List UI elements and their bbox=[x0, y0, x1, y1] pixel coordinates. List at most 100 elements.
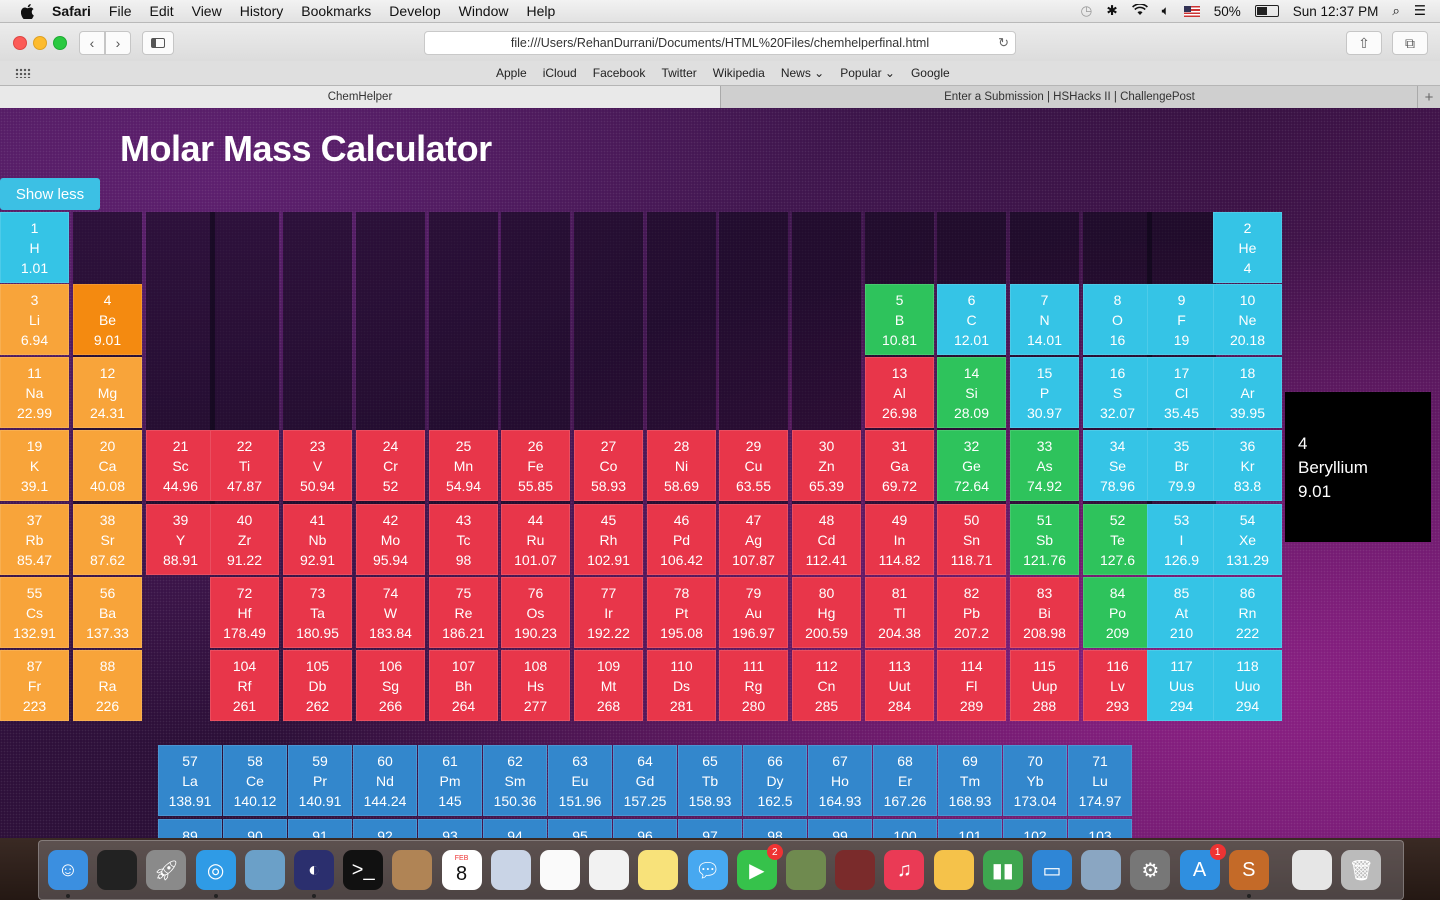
menu-window[interactable]: Window bbox=[459, 3, 509, 19]
apple-menu-icon[interactable] bbox=[20, 3, 34, 19]
element-cell-pd[interactable]: 46 Pd 106.42 bbox=[647, 504, 716, 575]
finder-icon[interactable]: ☺ bbox=[48, 850, 88, 890]
element-cell-lv[interactable]: 116 Lv 293 bbox=[1083, 650, 1152, 721]
element-cell-pm[interactable]: 61 Pm 145 bbox=[418, 745, 482, 816]
element-cell-ba[interactable]: 56 Ba 137.33 bbox=[73, 577, 142, 648]
app-store-icon[interactable]: A1 bbox=[1179, 844, 1226, 890]
photo-booth-icon[interactable] bbox=[490, 850, 531, 890]
battery-icon[interactable] bbox=[1254, 5, 1279, 17]
element-cell-ti[interactable]: 22 Ti 47.87 bbox=[210, 430, 279, 501]
element-cell-po[interactable]: 84 Po 209 bbox=[1083, 577, 1152, 648]
element-cell-au[interactable]: 79 Au 196.97 bbox=[719, 577, 788, 648]
element-cell-se[interactable]: 34 Se 78.96 bbox=[1083, 430, 1152, 501]
element-cell-rg[interactable]: 111 Rg 280 bbox=[719, 650, 788, 721]
element-cell-hs[interactable]: 108 Hs 277 bbox=[501, 650, 570, 721]
element-cell-ra[interactable]: 88 Ra 226 bbox=[73, 650, 142, 721]
element-cell-fr[interactable]: 87 Fr 223 bbox=[0, 650, 69, 721]
share-button[interactable]: ⇧ bbox=[1346, 31, 1382, 55]
element-cell-kr[interactable]: 36 Kr 83.8 bbox=[1213, 430, 1282, 501]
element-cell-os[interactable]: 76 Os 190.23 bbox=[501, 577, 570, 648]
element-cell-te[interactable]: 52 Te 127.6 bbox=[1083, 504, 1152, 575]
element-cell-ni[interactable]: 28 Ni 58.69 bbox=[647, 430, 716, 501]
menu-help[interactable]: Help bbox=[526, 3, 555, 19]
preview-icon[interactable] bbox=[244, 850, 285, 890]
element-cell-rf[interactable]: 104 Rf 261 bbox=[210, 650, 279, 721]
element-cell-mo[interactable]: 42 Mo 95.94 bbox=[356, 504, 425, 575]
tab-hshacks-submission[interactable]: Enter a Submission | HSHacks II | Challe… bbox=[721, 86, 1418, 108]
clock[interactable]: Sun 12:37 PM bbox=[1293, 4, 1379, 19]
iphoto-icon[interactable] bbox=[1081, 850, 1122, 890]
top-sites-grid-icon[interactable] bbox=[15, 68, 31, 78]
element-cell-li[interactable]: 3 Li 6.94 bbox=[0, 284, 69, 355]
element-cell-ga[interactable]: 31 Ga 69.72 bbox=[865, 430, 934, 501]
element-cell-fe[interactable]: 26 Fe 55.85 bbox=[501, 430, 570, 501]
element-cell-sc[interactable]: 21 Sc 44.96 bbox=[146, 430, 215, 501]
show-less-button[interactable]: Show less bbox=[0, 178, 100, 210]
favorite-wikipedia[interactable]: Wikipedia bbox=[713, 66, 765, 80]
element-cell-fl[interactable]: 114 Fl 289 bbox=[937, 650, 1006, 721]
element-cell-eu[interactable]: 63 Eu 151.96 bbox=[548, 745, 612, 816]
element-cell-ta[interactable]: 73 Ta 180.95 bbox=[283, 577, 352, 648]
element-cell-al[interactable]: 13 Al 26.98 bbox=[865, 357, 934, 428]
element-cell-tl[interactable]: 81 Tl 204.38 bbox=[865, 577, 934, 648]
calendar-icon[interactable]: FEB 8 bbox=[441, 850, 482, 890]
volume-icon[interactable]: 🔈︎ bbox=[1162, 3, 1170, 19]
element-cell-pt[interactable]: 78 Pt 195.08 bbox=[647, 577, 716, 648]
element-cell-y[interactable]: 39 Y 88.91 bbox=[146, 504, 215, 575]
favorite-apple[interactable]: Apple bbox=[496, 66, 527, 80]
element-cell-zn[interactable]: 30 Zn 65.39 bbox=[792, 430, 861, 501]
zoom-window-button[interactable] bbox=[53, 36, 67, 50]
element-cell-95[interactable]: 95 bbox=[548, 819, 612, 838]
trash-icon[interactable]: 🗑︎ bbox=[1341, 850, 1382, 890]
keynote-icon[interactable]: ▭ bbox=[1032, 850, 1072, 890]
element-cell-ge[interactable]: 32 Ge 72.64 bbox=[937, 430, 1006, 501]
element-cell-pr[interactable]: 59 Pr 140.91 bbox=[288, 745, 352, 816]
wifi-icon[interactable] bbox=[1131, 2, 1148, 19]
element-cell-97[interactable]: 97 bbox=[678, 819, 742, 838]
element-cell-yb[interactable]: 70 Yb 173.04 bbox=[1003, 745, 1067, 816]
tab-chemhelper[interactable]: ChemHelper bbox=[0, 86, 721, 108]
element-cell-si[interactable]: 14 Si 28.09 bbox=[937, 357, 1006, 428]
element-cell-ca[interactable]: 20 Ca 40.08 bbox=[73, 430, 142, 501]
element-cell-ru[interactable]: 44 Ru 101.07 bbox=[501, 504, 570, 575]
favorite-icloud[interactable]: iCloud bbox=[543, 66, 577, 80]
menu-edit[interactable]: Edit bbox=[149, 3, 173, 19]
textedit-icon[interactable] bbox=[589, 850, 630, 890]
element-cell-p[interactable]: 15 P 30.97 bbox=[1010, 357, 1079, 428]
back-button[interactable]: ‹ bbox=[79, 31, 105, 55]
element-cell-i[interactable]: 53 I 126.9 bbox=[1147, 504, 1216, 575]
favorite-facebook[interactable]: Facebook bbox=[593, 66, 646, 80]
element-cell-100[interactable]: 100 bbox=[873, 819, 937, 838]
element-cell-rn[interactable]: 86 Rn 222 bbox=[1213, 577, 1282, 648]
element-cell-xe[interactable]: 54 Xe 131.29 bbox=[1213, 504, 1282, 575]
show-tabs-button[interactable]: ⧉ bbox=[1392, 31, 1428, 55]
terminal-icon[interactable]: >_ bbox=[343, 850, 384, 890]
menu-file[interactable]: File bbox=[109, 3, 132, 19]
element-cell-sb[interactable]: 51 Sb 121.76 bbox=[1010, 504, 1079, 575]
element-cell-er[interactable]: 68 Er 167.26 bbox=[873, 745, 937, 816]
element-cell-b[interactable]: 5 B 10.81 bbox=[865, 284, 934, 355]
element-cell-n[interactable]: 7 N 14.01 bbox=[1010, 284, 1079, 355]
menu-bookmarks[interactable]: Bookmarks bbox=[301, 3, 371, 19]
favorite-popular[interactable]: Popular ⌄ bbox=[840, 66, 895, 80]
numbers-icon[interactable]: ▮▮ bbox=[982, 850, 1023, 890]
sidebar-toggle-button[interactable] bbox=[142, 31, 174, 55]
notification-center-icon[interactable]: ☰ bbox=[1414, 3, 1426, 19]
element-cell-zr[interactable]: 40 Zr 91.22 bbox=[210, 504, 279, 575]
element-cell-sg[interactable]: 106 Sg 266 bbox=[356, 650, 425, 721]
element-cell-re[interactable]: 75 Re 186.21 bbox=[429, 577, 498, 648]
element-cell-uuo[interactable]: 118 Uuo 294 bbox=[1213, 650, 1282, 721]
element-cell-ds[interactable]: 110 Ds 281 bbox=[647, 650, 716, 721]
new-tab-button[interactable]: + bbox=[1417, 86, 1440, 108]
element-cell-h[interactable]: 1 H 1.01 bbox=[0, 212, 69, 283]
element-cell-93[interactable]: 93 bbox=[418, 819, 482, 838]
menu-history[interactable]: History bbox=[240, 3, 284, 19]
photos-icon[interactable] bbox=[786, 850, 826, 890]
element-cell-dy[interactable]: 66 Dy 162.5 bbox=[743, 745, 807, 816]
reload-icon[interactable]: ↻ bbox=[998, 35, 1009, 51]
element-cell-90[interactable]: 90 bbox=[223, 819, 287, 838]
element-cell-v[interactable]: 23 V 50.94 bbox=[283, 430, 352, 501]
element-cell-na[interactable]: 11 Na 22.99 bbox=[0, 357, 69, 428]
element-cell-ag[interactable]: 47 Ag 107.87 bbox=[719, 504, 788, 575]
element-cell-rh[interactable]: 45 Rh 102.91 bbox=[574, 504, 643, 575]
